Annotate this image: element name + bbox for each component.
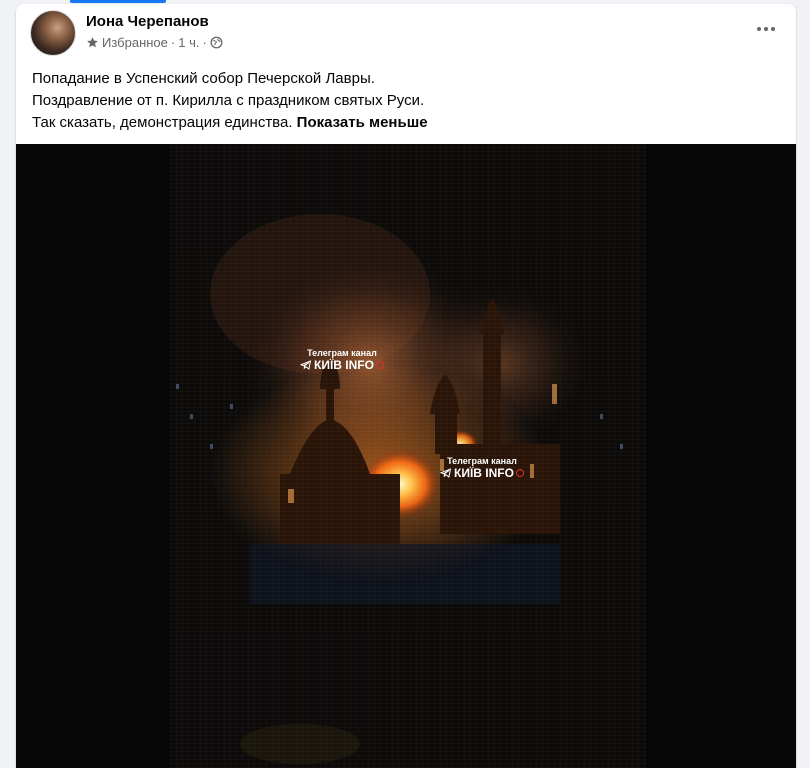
globe-icon xyxy=(210,36,223,49)
post-card: Иона Черепанов Избранное · 1 ч. · Попада… xyxy=(16,4,796,768)
post-text-line: Попадание в Успенский собор Печерской Ла… xyxy=(32,70,375,87)
more-dot xyxy=(764,27,768,31)
more-options-button[interactable] xyxy=(752,18,780,40)
active-tab-indicator xyxy=(70,0,166,3)
watermark-1: Телеграм канал КИЇВ INFO xyxy=(300,348,384,372)
author-name[interactable]: Иона Черепанов xyxy=(86,13,209,30)
watermark-2-line1: Телеграм канал xyxy=(447,456,517,466)
meta-separator: · xyxy=(170,35,176,50)
telegram-icon xyxy=(300,360,312,370)
telegram-icon xyxy=(440,468,452,478)
watermark-2-line2-row: КИЇВ INFO xyxy=(440,466,524,480)
watermark-1-line1: Телеграм канал xyxy=(307,348,377,358)
post-video[interactable]: Телеграм канал КИЇВ INFO Телеграм канал … xyxy=(16,144,796,768)
more-dot xyxy=(771,27,775,31)
record-dot-icon xyxy=(515,469,524,477)
see-less-link[interactable]: Показать меньше xyxy=(297,114,428,131)
post-text-line: Так сказать, демонстрация единства. Пока… xyxy=(32,112,780,134)
watermark-2: Телеграм канал КИЇВ INFO xyxy=(440,456,524,480)
video-noise-overlay xyxy=(170,144,646,768)
post-header: Иона Черепанов Избранное · 1 ч. · xyxy=(16,4,796,62)
meta-separator: · xyxy=(202,35,207,50)
post-text-line-3: Так сказать, демонстрация единства. xyxy=(32,114,293,131)
watermark-1-line2-row: КИЇВ INFO xyxy=(300,358,384,372)
post-text: Попадание в Успенский собор Печерской Ла… xyxy=(16,62,796,134)
post-text-line: Поздравление от п. Кирилла с праздником … xyxy=(32,92,425,109)
watermark-1-line2: КИЇВ INFO xyxy=(314,358,374,372)
star-icon xyxy=(87,37,98,48)
audience-label[interactable]: Избранное xyxy=(102,35,168,50)
video-frame[interactable]: Телеграм канал КИЇВ INFO Телеграм канал … xyxy=(170,144,646,768)
avatar[interactable] xyxy=(30,10,76,56)
more-horizontal-icon xyxy=(757,27,761,31)
post-time[interactable]: 1 ч. xyxy=(178,35,199,50)
post-meta: Избранное · 1 ч. · xyxy=(86,35,223,50)
record-dot-icon xyxy=(375,361,384,369)
watermark-2-line2: КИЇВ INFO xyxy=(454,466,514,480)
